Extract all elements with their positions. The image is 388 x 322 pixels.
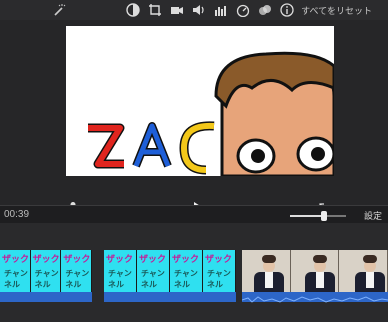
camera-icon[interactable] <box>169 2 185 18</box>
frame-text: ザック <box>172 254 200 264</box>
frame-subtext: チャンネル <box>4 269 28 289</box>
clip-frame <box>242 250 291 292</box>
magic-wand-icon[interactable] <box>51 2 67 18</box>
clip-frame: ザック チャンネル <box>137 250 170 292</box>
clip-frame: ザック チャンネル <box>203 250 236 292</box>
clip-frame <box>339 250 388 292</box>
frame-subtext: チャンネル <box>34 269 59 289</box>
preview-viewer <box>0 20 388 216</box>
current-time: 00:39 <box>4 209 30 220</box>
clip-frame: ザック チャンネル <box>61 250 92 292</box>
volume-icon[interactable] <box>191 2 207 18</box>
frame-subtext: チャンネル <box>174 269 198 289</box>
clip-audio-track <box>0 292 92 302</box>
zoom-slider[interactable] <box>290 211 346 221</box>
speed-icon[interactable] <box>235 2 251 18</box>
zoom-slider-fill <box>290 215 324 217</box>
clip-thumbnails: ザック チャンネル ザック チャンネル ザック チャンネル <box>0 250 92 292</box>
reset-all-button[interactable]: すべてをリセット <box>301 4 372 17</box>
timeline-clip[interactable]: ザック チャンネル ザック チャンネル ザック チャンネル ザック チャンネル <box>104 250 236 322</box>
clip-frame: ザック チャンネル <box>104 250 137 292</box>
clip-audio-track <box>104 292 236 302</box>
frame-text: ザック <box>139 254 167 264</box>
crop-icon[interactable] <box>147 2 163 18</box>
frame-subtext: チャンネル <box>108 269 132 289</box>
frame-text: ザック <box>63 254 91 264</box>
info-icon[interactable] <box>279 2 295 18</box>
clip-frame: ザック チャンネル <box>30 250 62 292</box>
frame-subtext: チャンネル <box>65 269 90 289</box>
clip-frame: ザック チャンネル <box>0 250 31 292</box>
frame-text: ザック <box>205 254 233 264</box>
toolbar: すべてをリセット <box>0 0 388 20</box>
timeline-clip[interactable]: ザック チャンネル ザック チャンネル ザック チャンネル <box>0 250 92 322</box>
clip-frame: ザック チャンネル <box>170 250 203 292</box>
frame-subtext: チャンネル <box>141 269 165 289</box>
clip-frame <box>290 250 340 292</box>
equalizer-icon[interactable] <box>213 2 229 18</box>
time-bar: 00:39 設定 <box>0 205 388 224</box>
frame-text: ザック <box>106 254 134 264</box>
color-palette-icon[interactable] <box>125 2 141 18</box>
frame-text: ザック <box>32 254 60 264</box>
video-preview[interactable] <box>66 26 334 176</box>
frame-subtext: チャンネル <box>207 269 231 289</box>
clip-thumbnails <box>242 250 388 292</box>
clip-audio-waveform <box>241 292 388 303</box>
overlay-icon[interactable] <box>257 2 273 18</box>
zoom-slider-knob[interactable] <box>320 211 327 221</box>
clip-thumbnails: ザック チャンネル ザック チャンネル ザック チャンネル ザック チャンネル <box>104 250 236 292</box>
settings-button[interactable]: 設定 <box>364 209 382 222</box>
frame-text: ザック <box>2 254 30 264</box>
timeline-clip[interactable] <box>241 250 388 322</box>
timeline[interactable]: ザック チャンネル ザック チャンネル ザック チャンネル ザック チャンネル ザックチ… <box>0 223 388 318</box>
